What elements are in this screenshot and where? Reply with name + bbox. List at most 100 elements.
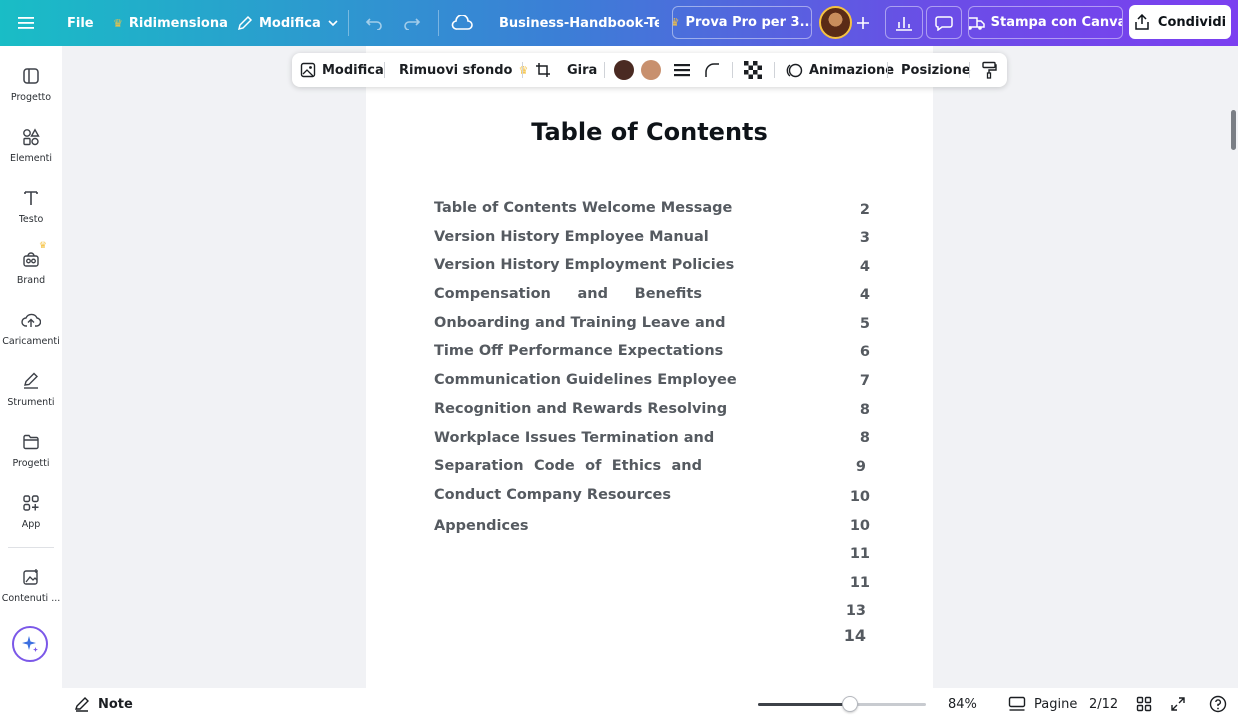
menu-icon[interactable] xyxy=(18,0,42,46)
toc-page-number: 14 xyxy=(843,626,866,645)
divider xyxy=(384,62,385,78)
comment-icon xyxy=(935,15,953,31)
toc-line: Appendices xyxy=(434,517,529,534)
toc-page-number: 4 xyxy=(859,287,870,303)
sidebar-item-elementi[interactable]: Elementi xyxy=(0,127,62,183)
toc-page-number: 11 xyxy=(849,575,870,591)
redo-icon[interactable] xyxy=(403,0,421,46)
toc-line: Conduct Company Resources xyxy=(434,486,672,503)
divider xyxy=(732,62,733,78)
toc-line: Communication Guidelines Employee xyxy=(434,372,737,389)
toc-page-number: 13 xyxy=(845,603,866,619)
canvas-page[interactable]: Table of Contents Table of Contents Welc… xyxy=(366,46,933,688)
share-button[interactable]: Condividi xyxy=(1129,5,1231,39)
divider xyxy=(348,10,349,36)
help-icon[interactable] xyxy=(1209,688,1227,720)
sidebar-item-progetto[interactable]: Progetto xyxy=(0,66,62,122)
crown-icon: ♛ xyxy=(673,16,679,29)
flip-button[interactable]: Gira xyxy=(567,53,597,87)
pages-icon xyxy=(1008,696,1026,712)
top-bar: File ♛ Ridimensiona Modifica Business-Ha… xyxy=(0,0,1238,46)
edit-mode-button[interactable]: Modifica xyxy=(237,0,339,46)
divider xyxy=(604,62,605,78)
page-indicator[interactable]: 2/12 xyxy=(1089,688,1118,720)
zoom-slider-thumb[interactable] xyxy=(842,696,859,712)
bottom-bar: Note 84% Pagine 2/12 xyxy=(62,688,1238,720)
resize-button[interactable]: ♛ Ridimensiona xyxy=(113,0,228,46)
comments-button[interactable] xyxy=(926,6,962,39)
pages-button[interactable]: Pagine xyxy=(1008,688,1077,720)
position-button[interactable]: Posizione xyxy=(901,53,971,87)
transparency-icon[interactable] xyxy=(744,53,762,87)
insights-button[interactable] xyxy=(885,6,923,39)
crown-icon: ♛ xyxy=(38,241,47,251)
divider xyxy=(969,62,970,78)
animation-icon xyxy=(786,62,803,79)
toc-title[interactable]: Table of Contents xyxy=(366,118,933,146)
cloud-save-icon[interactable] xyxy=(451,0,473,46)
chevron-down-icon xyxy=(327,17,339,29)
sidebar-item-brand[interactable]: ♛ Brand xyxy=(0,241,62,305)
crown-icon: ♛ xyxy=(518,63,529,77)
divider xyxy=(887,62,888,78)
toc-page-number: 3 xyxy=(859,230,870,246)
divider xyxy=(522,62,523,78)
toc-page-number: 5 xyxy=(859,316,870,332)
image-edit-icon xyxy=(300,62,316,78)
add-collaborator-icon[interactable] xyxy=(856,0,870,46)
color-swatch-dark[interactable] xyxy=(614,60,634,80)
sidebar-item-strumenti[interactable]: Strumenti xyxy=(0,371,62,427)
corner-rounding-icon[interactable] xyxy=(704,53,720,87)
zoom-slider[interactable] xyxy=(758,696,926,712)
document-title[interactable]: Business-Handbook-Tem... xyxy=(499,0,659,46)
sidebar-divider xyxy=(8,547,54,548)
paint-format-icon[interactable] xyxy=(981,53,997,87)
sidebar-item-caricamenti[interactable]: Caricamenti xyxy=(0,310,62,366)
toc-page-number: 4 xyxy=(859,259,870,275)
brand-icon: ♛ xyxy=(21,241,47,269)
sidebar-item-progetti[interactable]: Progetti xyxy=(0,432,62,488)
color-swatch-tan[interactable] xyxy=(641,60,661,80)
crown-icon: ♛ xyxy=(113,16,123,30)
avatar[interactable] xyxy=(819,6,852,39)
zoom-level[interactable]: 84% xyxy=(948,688,977,720)
magic-assistant-button[interactable] xyxy=(12,626,48,662)
toc-page-number: 10 xyxy=(849,518,870,534)
folder-icon xyxy=(21,432,41,452)
context-toolbar: Modifica Rimuovi sfondo ♛ Gira Animazion… xyxy=(292,53,1007,87)
shapes-icon xyxy=(21,127,41,147)
sidebar-item-app[interactable]: App xyxy=(0,493,62,549)
notes-button[interactable]: Note xyxy=(74,688,133,720)
toc-text[interactable]: Table of Contents Welcome Message Versio… xyxy=(434,200,737,546)
remove-background-button[interactable]: Rimuovi sfondo ♛ xyxy=(399,53,528,87)
sidebar-item-testo[interactable]: Testo xyxy=(0,188,62,244)
file-menu[interactable]: File xyxy=(67,0,94,46)
animation-button[interactable]: Animazione xyxy=(786,53,894,87)
print-with-canva-button[interactable]: Stampa con Canva xyxy=(968,6,1123,39)
text-icon xyxy=(21,188,41,208)
border-style-icon[interactable] xyxy=(673,53,691,87)
scrollbar-thumb[interactable] xyxy=(1231,110,1236,150)
edit-image-button[interactable]: Modifica xyxy=(300,53,384,87)
crop-icon[interactable] xyxy=(535,53,551,87)
vertical-scrollbar[interactable] xyxy=(1228,46,1238,688)
try-pro-button[interactable]: ♛ Prova Pro per 3... xyxy=(672,6,812,39)
toc-line: Version History Employment Policies xyxy=(434,257,735,274)
toc-page-number: 11 xyxy=(849,546,870,562)
fullscreen-icon[interactable] xyxy=(1170,688,1186,720)
grid-view-icon[interactable] xyxy=(1136,688,1152,720)
toc-page-number: 7 xyxy=(859,373,870,389)
pen-tool-icon xyxy=(21,371,41,391)
toc-line: Onboarding and Training Leave and xyxy=(434,314,726,331)
toc-line: Workplace Issues Termination and xyxy=(434,429,715,446)
toc-line: Recognition and Rewards Resolving xyxy=(434,400,728,417)
toc-page-number: 6 xyxy=(859,344,870,360)
magic-media-icon xyxy=(21,567,41,587)
toc-line: Version History Employee Manual xyxy=(434,228,709,245)
toc-page-number: 8 xyxy=(859,430,870,446)
layout-icon xyxy=(21,66,41,86)
sidebar-item-contenuti[interactable]: Contenuti ... xyxy=(0,567,62,623)
undo-icon[interactable] xyxy=(365,0,383,46)
divider xyxy=(438,10,439,36)
zoom-slider-fill xyxy=(758,703,851,706)
